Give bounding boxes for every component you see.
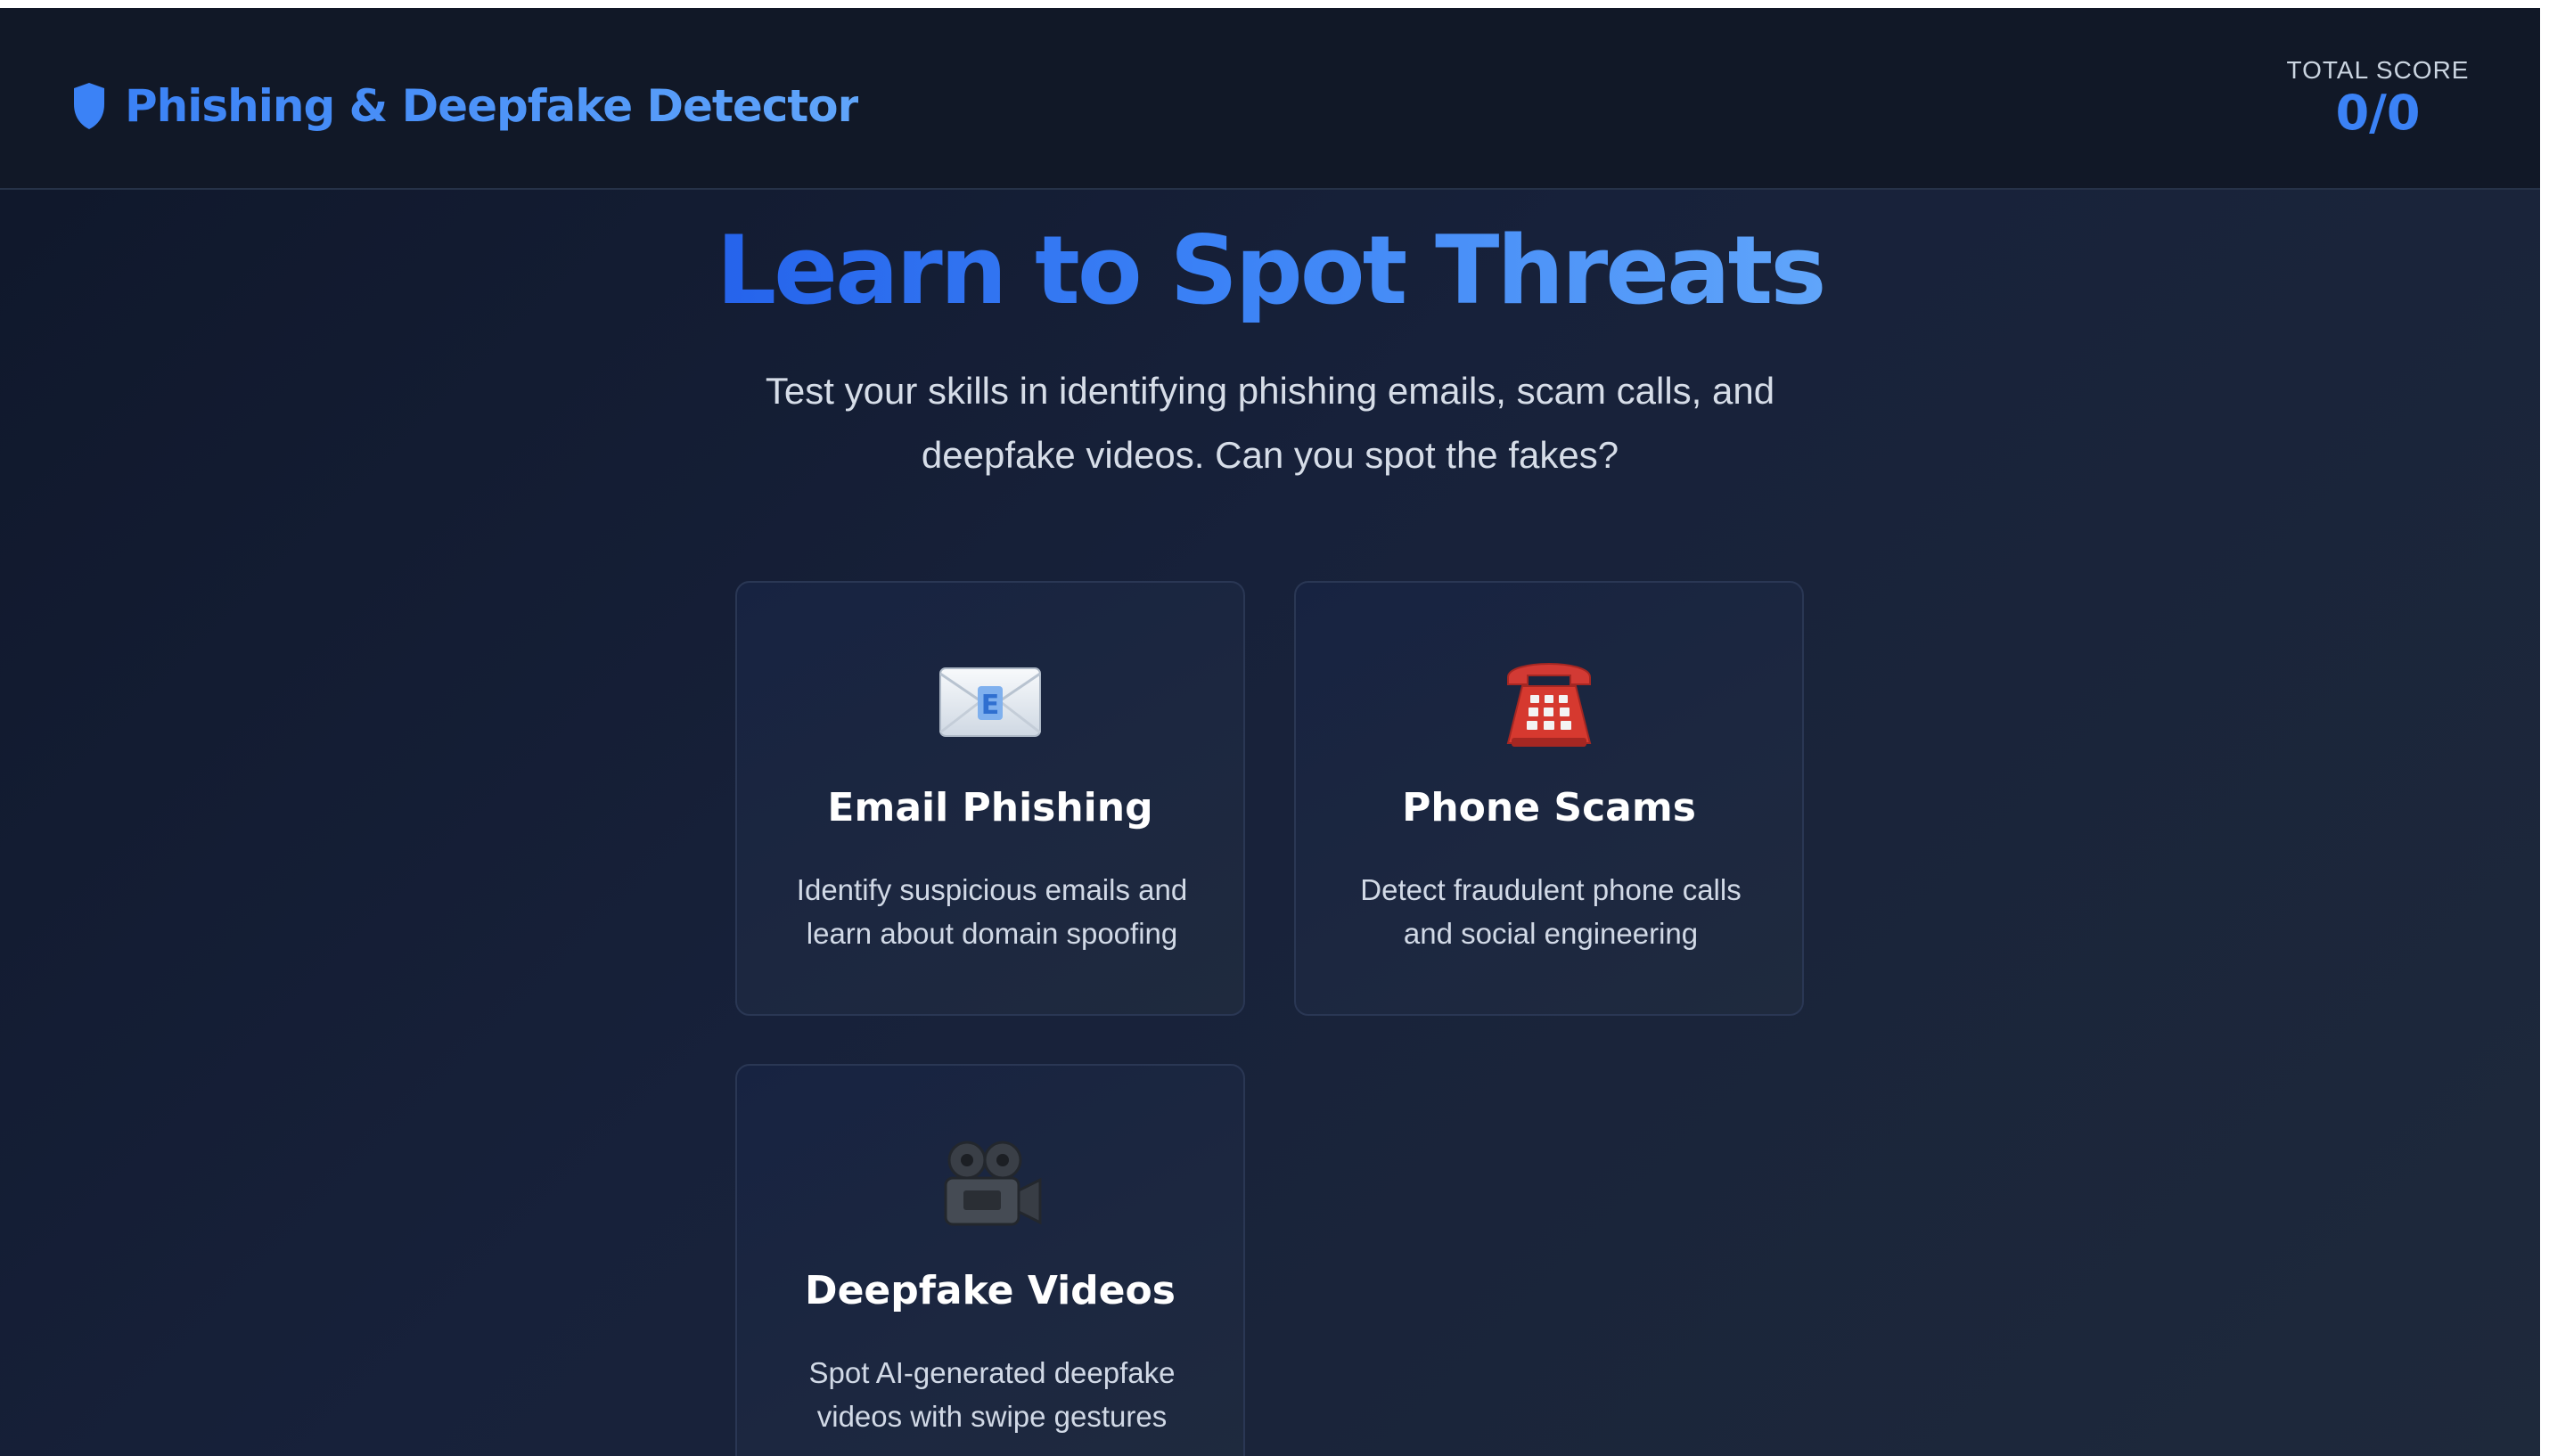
card-description: Spot AI-generated deepfake videos with s… (808, 1356, 1176, 1433)
window-edge (2540, 0, 2549, 1456)
envelope-icon: E (737, 650, 1243, 750)
brand[interactable]: Phishing & Deepfake Detector (71, 72, 859, 140)
app-title: Phishing & Deepfake Detector (125, 80, 859, 132)
card-description: Detect fraudulent phone calls and social… (1360, 873, 1742, 950)
score-value: 0/0 (2335, 85, 2421, 141)
phone-scams-card[interactable]: Phone Scams Detect fraudulent phone call… (1294, 581, 1804, 1016)
top-bar: Phishing & Deepfake Detector TOTAL SCORE… (0, 8, 2540, 190)
email-phishing-card[interactable]: E Email Phishing Identify suspicious ema… (735, 581, 1245, 1016)
hero-title: Learn to Spot Threats (716, 216, 1827, 325)
telephone-icon (1296, 650, 1802, 750)
movie-camera-icon (737, 1133, 1243, 1233)
deepfake-videos-card[interactable]: Deepfake Videos Spot AI-generated deepfa… (735, 1064, 1245, 1456)
card-title: Deepfake Videos (805, 1268, 1176, 1313)
shield-icon (74, 83, 104, 129)
card-description: Identify suspicious emails and learn abo… (796, 873, 1188, 950)
svg-text:E: E (981, 690, 1000, 721)
app-window: Phishing & Deepfake Detector TOTAL SCORE… (0, 8, 2540, 1456)
total-score: TOTAL SCORE 0/0 (2280, 54, 2476, 140)
card-title: Phone Scams (1402, 785, 1696, 830)
card-title: Email Phishing (827, 785, 1153, 830)
score-label: TOTAL SCORE (2286, 56, 2470, 84)
hero-subtitle: Test your skills in identifying phishing… (765, 370, 1775, 476)
